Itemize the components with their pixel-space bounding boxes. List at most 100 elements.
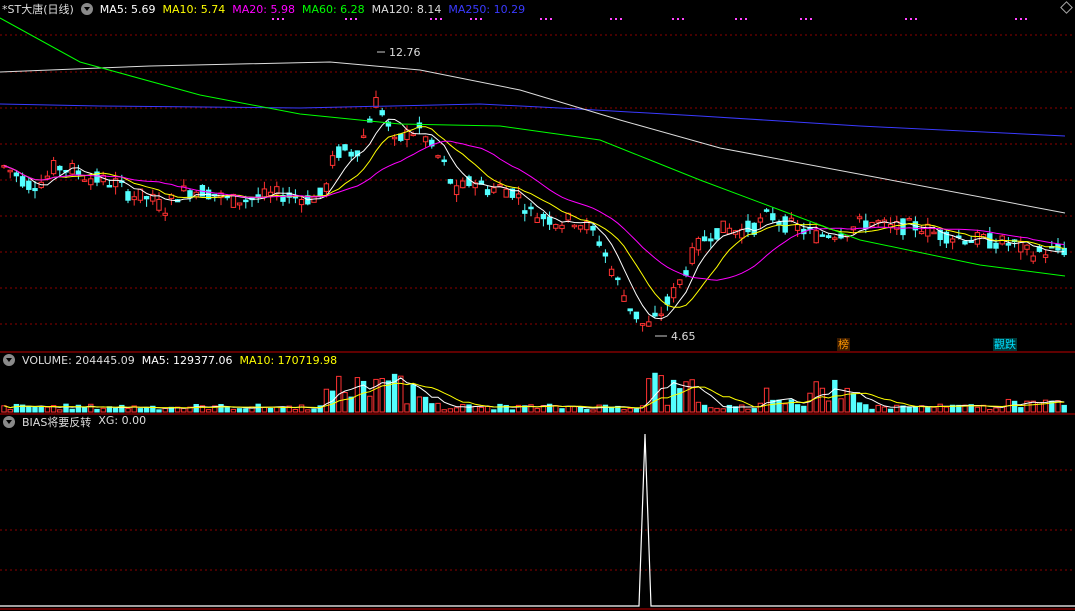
ma-label-1: MA10: 5.74 bbox=[162, 2, 226, 16]
candle-body-131 bbox=[813, 230, 819, 244]
volume-bar-64 bbox=[398, 375, 404, 413]
volume-bar-42 bbox=[261, 406, 268, 413]
signal-dot-20 bbox=[682, 18, 684, 20]
volume-bar-48 bbox=[298, 404, 305, 413]
volume-bar-25 bbox=[156, 409, 162, 413]
signal-dot-1 bbox=[277, 18, 279, 20]
volume-dropdown-icon[interactable] bbox=[3, 354, 15, 366]
volume-bar-137 bbox=[850, 393, 857, 413]
vol-label-0: VOLUME: 204445.09 bbox=[22, 353, 135, 367]
signal-dot-12 bbox=[540, 18, 542, 20]
candle-body-70 bbox=[435, 155, 441, 158]
candle-body-97 bbox=[602, 252, 609, 257]
volume-bar-79 bbox=[491, 409, 497, 413]
candle-body-115 bbox=[714, 228, 720, 240]
candle-body-132 bbox=[819, 234, 826, 237]
volume-bar-107 bbox=[664, 404, 671, 413]
volume-bar-66 bbox=[410, 384, 416, 413]
volume-bar-18 bbox=[112, 407, 119, 413]
candle-body-101 bbox=[627, 308, 633, 312]
volume-header: VOLUME: 204445.09 MA5: 129377.06 MA10: 170… bbox=[0, 352, 351, 368]
volume-bar-72 bbox=[447, 408, 454, 413]
volume-bar-141 bbox=[875, 404, 881, 413]
candle-body-58 bbox=[360, 135, 367, 138]
candle-body-54 bbox=[336, 146, 342, 158]
candle-body-134 bbox=[832, 237, 838, 240]
volume-bar-71 bbox=[441, 409, 447, 413]
candle-body-81 bbox=[503, 188, 509, 198]
candle-body-56 bbox=[348, 151, 354, 157]
volume-bar-13 bbox=[81, 406, 88, 413]
candle-body-100 bbox=[621, 295, 627, 302]
volume-bar-65 bbox=[404, 403, 410, 413]
volume-bar-1 bbox=[7, 408, 13, 413]
tag-guandie[interactable]: 觀跌 bbox=[993, 338, 1017, 351]
candle-body-120 bbox=[745, 220, 751, 233]
volume-bar-5 bbox=[32, 406, 38, 413]
candle-body-66 bbox=[410, 133, 416, 137]
volume-bar-16 bbox=[100, 407, 106, 413]
volume-bar-135 bbox=[838, 398, 844, 413]
candle-body-138 bbox=[856, 216, 863, 220]
candle-body-63 bbox=[391, 136, 398, 140]
candle-body-146 bbox=[906, 218, 912, 221]
main-dropdown-icon[interactable] bbox=[80, 3, 93, 15]
volume-bar-69 bbox=[429, 403, 435, 413]
indicator-dropdown-icon[interactable] bbox=[3, 416, 15, 428]
ma20-line bbox=[3, 140, 1065, 281]
candle-body-92 bbox=[571, 224, 578, 228]
volume-bar-117 bbox=[726, 404, 733, 413]
volume-bar-63 bbox=[391, 373, 398, 413]
volume-bar-95 bbox=[590, 409, 596, 413]
candle-body-78 bbox=[484, 189, 491, 196]
volume-bar-104 bbox=[646, 378, 652, 413]
candle-body-168 bbox=[1042, 254, 1049, 258]
ma-label-5: MA250: 10.29 bbox=[448, 2, 526, 16]
volume-bar-55 bbox=[342, 392, 348, 413]
candle-body-79 bbox=[491, 187, 497, 193]
tag-bang[interactable]: 榜 bbox=[837, 338, 850, 351]
candle-body-160 bbox=[993, 242, 999, 249]
signal-dot-27 bbox=[905, 18, 907, 20]
signal-dot-17 bbox=[620, 18, 622, 20]
volume-bar-113 bbox=[701, 404, 708, 413]
volume-bar-36 bbox=[224, 406, 230, 413]
volume-bar-129 bbox=[801, 405, 807, 413]
volume-bar-92 bbox=[571, 406, 578, 413]
signal-dot-25 bbox=[805, 18, 807, 20]
volume-bar-80 bbox=[497, 403, 503, 413]
candle-body-64 bbox=[398, 133, 404, 141]
candle-body-55 bbox=[342, 144, 348, 151]
ind-label-0: BIAS将要反转 bbox=[22, 416, 92, 429]
stock-chart[interactable]: 12.76 4.65 bbox=[0, 0, 1075, 611]
volume-bar-112 bbox=[695, 401, 702, 413]
volume-bar-138 bbox=[856, 402, 863, 413]
volume-bar-105 bbox=[652, 372, 658, 413]
signal-dot-19 bbox=[677, 18, 679, 20]
low-price-label: 4.65 bbox=[671, 330, 696, 343]
signal-dot-26 bbox=[810, 18, 812, 20]
candle-body-73 bbox=[453, 185, 460, 196]
candle-body-123 bbox=[763, 209, 770, 212]
volume-bar-52 bbox=[323, 388, 330, 413]
volume-bar-91 bbox=[565, 406, 571, 413]
volume-bar-15 bbox=[94, 408, 100, 413]
candle-body-48 bbox=[298, 198, 305, 206]
vol-ma10-line bbox=[3, 382, 1065, 409]
volume-bar-152 bbox=[943, 406, 950, 413]
candle-body-98 bbox=[608, 268, 615, 277]
volume-bar-171 bbox=[1061, 404, 1067, 413]
volume-bar-4 bbox=[26, 405, 32, 413]
volume-bar-68 bbox=[422, 396, 429, 413]
candle-body-108 bbox=[670, 287, 677, 299]
signal-dot-10 bbox=[475, 18, 477, 20]
signal-dot-24 bbox=[800, 18, 802, 20]
volume-bar-39 bbox=[243, 408, 249, 413]
candle-body-26 bbox=[162, 212, 168, 216]
volume-bar-164 bbox=[1018, 407, 1024, 413]
volume-bar-76 bbox=[472, 405, 478, 413]
signal-dot-14 bbox=[550, 18, 552, 20]
ma-label-3: MA60: 6.28 bbox=[301, 2, 365, 16]
volume-bar-139 bbox=[863, 404, 869, 413]
bias-spike-line bbox=[0, 433, 1075, 607]
